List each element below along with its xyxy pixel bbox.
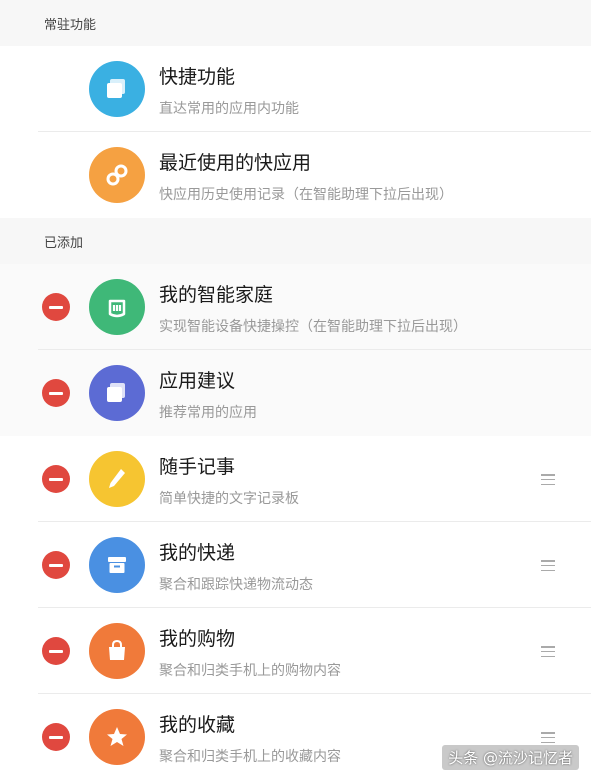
remove-button[interactable]	[42, 723, 70, 751]
list-item-quick-notes[interactable]: 随手记事 简单快捷的文字记录板	[0, 436, 591, 522]
drag-handle-icon[interactable]	[541, 474, 555, 486]
item-subtitle: 直达常用的应用内功能	[159, 101, 299, 117]
shopping-bag-icon	[89, 623, 145, 679]
item-subtitle: 实现智能设备快捷操控（在智能助理下拉后出现）	[159, 319, 467, 335]
watermark: 头条 @流沙记忆者	[442, 745, 579, 770]
item-title: 快捷功能	[159, 66, 236, 88]
section-header-pinned: 常驻功能	[0, 0, 591, 46]
item-subtitle: 聚合和跟踪快递物流动态	[159, 577, 313, 593]
item-title: 我的收藏	[159, 714, 236, 736]
mi-home-icon	[89, 279, 145, 335]
remove-button[interactable]	[42, 637, 70, 665]
item-title: 随手记事	[159, 456, 236, 478]
list-item-my-deliveries[interactable]: 我的快递 聚合和跟踪快递物流动态	[0, 522, 591, 608]
drag-handle-icon[interactable]	[541, 560, 555, 572]
item-subtitle: 快应用历史使用记录（在智能助理下拉后出现）	[159, 187, 453, 203]
star-icon	[89, 709, 145, 765]
list-item-recent-quick-apps[interactable]: 最近使用的快应用 快应用历史使用记录（在智能助理下拉后出现）	[0, 132, 591, 218]
link-icon	[89, 147, 145, 203]
item-title: 最近使用的快应用	[159, 152, 312, 174]
item-subtitle: 聚合和归类手机上的收藏内容	[159, 749, 341, 765]
list-item-app-suggestions[interactable]: 应用建议 推荐常用的应用	[0, 350, 591, 436]
drag-handle-icon[interactable]	[541, 646, 555, 658]
list-item-smart-home[interactable]: 我的智能家庭 实现智能设备快捷操控（在智能助理下拉后出现）	[0, 264, 591, 350]
list-item-my-shopping[interactable]: 我的购物 聚合和归类手机上的购物内容	[0, 608, 591, 694]
package-icon	[89, 537, 145, 593]
drag-handle-icon[interactable]	[541, 732, 555, 744]
cards-icon	[89, 61, 145, 117]
item-title: 我的智能家庭	[159, 284, 274, 306]
remove-button[interactable]	[42, 379, 70, 407]
item-title: 我的快递	[159, 542, 236, 564]
cards-icon	[89, 365, 145, 421]
section-label: 常驻功能	[44, 17, 97, 33]
pencil-icon	[89, 451, 145, 507]
item-subtitle: 简单快捷的文字记录板	[159, 491, 299, 507]
list-item-quick-functions[interactable]: 快捷功能 直达常用的应用内功能	[0, 46, 591, 132]
section-header-added: 已添加	[0, 218, 591, 264]
item-title: 应用建议	[159, 370, 236, 392]
section-label: 已添加	[44, 235, 84, 251]
item-subtitle: 推荐常用的应用	[159, 405, 257, 421]
item-title: 我的购物	[159, 628, 236, 650]
remove-button[interactable]	[42, 293, 70, 321]
item-subtitle: 聚合和归类手机上的购物内容	[159, 663, 341, 679]
remove-button[interactable]	[42, 465, 70, 493]
remove-button[interactable]	[42, 551, 70, 579]
